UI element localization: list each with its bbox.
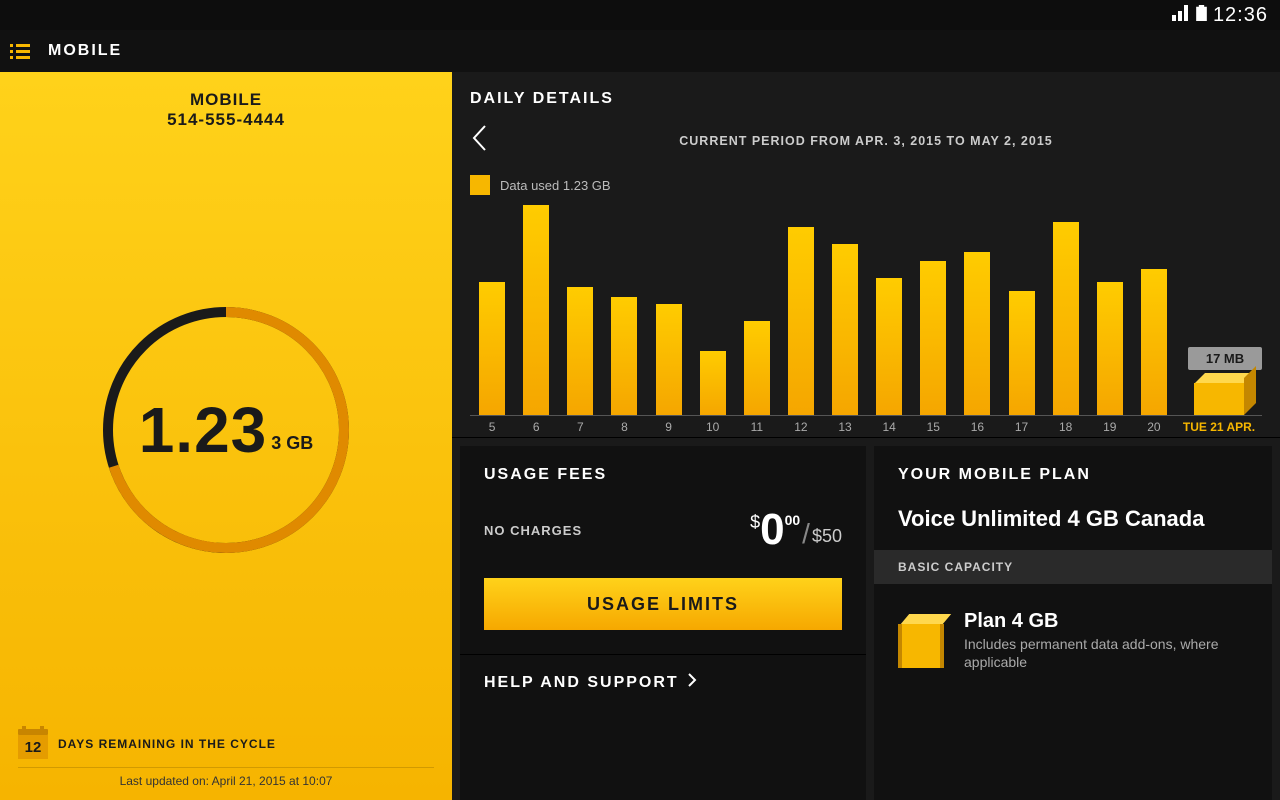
chart-bar[interactable] (735, 201, 779, 415)
plan-title: YOUR MOBILE PLAN (874, 446, 1272, 498)
chart-bar[interactable] (1088, 201, 1132, 415)
chart-legend: Data used 1.23 GB (452, 175, 1280, 201)
chart-bar[interactable] (867, 201, 911, 415)
battery-icon (1196, 4, 1207, 27)
usage-value: 1.23 (139, 393, 268, 467)
axis-label: 13 (823, 416, 867, 437)
usage-limits-button[interactable]: USAGE LIMITS (484, 578, 842, 630)
axis-label: 6 (514, 416, 558, 437)
signal-icon (1172, 4, 1190, 27)
usage-unit: 3 GB (271, 433, 313, 454)
axis-label: 19 (1088, 416, 1132, 437)
axis-label: 20 (1132, 416, 1176, 437)
axis-label: 8 (602, 416, 646, 437)
help-support-button[interactable]: HELP AND SUPPORT (460, 654, 866, 692)
period-range: CURRENT PERIOD FROM APR. 3, 2015 TO MAY … (490, 134, 1242, 148)
chart-tooltip: 17 MB (1188, 347, 1262, 370)
usage-fees-panel: USAGE FEES NO CHARGES $ 0 00 / $50 USAGE… (460, 446, 866, 800)
summary-panel: MOBILE 514-555-4444 1.23 3 GB 1 (0, 72, 452, 800)
chevron-right-icon (687, 673, 697, 692)
chart-bar[interactable] (1132, 201, 1176, 415)
plan-detail-title: Plan 4 GB (964, 610, 1224, 633)
daily-usage-chart: 17 MB 567891011121314151617181920TUE 21 … (470, 201, 1262, 437)
chart-bar[interactable] (1000, 201, 1044, 415)
fees-title: USAGE FEES (460, 446, 866, 498)
plan-name: Voice Unlimited 4 GB Canada (874, 498, 1272, 550)
details-title: DAILY DETAILS (452, 72, 1280, 118)
chart-bar[interactable] (779, 201, 823, 415)
days-remaining-value: 12 (18, 735, 48, 759)
plan-detail-sub: Includes permanent data add-ons, where a… (964, 635, 1224, 671)
axis-label: 5 (470, 416, 514, 437)
previous-period-button[interactable] (470, 124, 490, 157)
help-label: HELP AND SUPPORT (484, 674, 679, 692)
calendar-icon: 12 (18, 729, 48, 759)
axis-label: 18 (1044, 416, 1088, 437)
chart-bar[interactable] (1044, 201, 1088, 415)
account-kind: MOBILE (0, 90, 452, 110)
app-header: MOBILE (0, 30, 1280, 72)
no-charges-label: NO CHARGES (484, 523, 582, 538)
chart-bar[interactable] (514, 201, 558, 415)
last-updated: Last updated on: April 21, 2015 at 10:07 (18, 767, 434, 788)
chart-bar[interactable] (470, 201, 514, 415)
axis-label: 12 (779, 416, 823, 437)
chart-bar[interactable]: 17 MB (1176, 201, 1262, 415)
legend-text: Data used 1.23 GB (500, 178, 611, 193)
chart-bar[interactable] (911, 201, 955, 415)
axis-label: 7 (558, 416, 602, 437)
axis-label: TUE 21 APR. (1176, 416, 1262, 437)
chart-bar[interactable] (647, 201, 691, 415)
days-remaining-label: DAYS REMAINING IN THE CYCLE (58, 737, 276, 751)
status-time: 12:36 (1213, 4, 1268, 27)
axis-label: 10 (691, 416, 735, 437)
legend-swatch-icon (470, 175, 490, 195)
phone-number: 514-555-4444 (0, 110, 452, 130)
status-bar: 12:36 (0, 0, 1280, 30)
axis-label: 11 (735, 416, 779, 437)
mobile-plan-panel: YOUR MOBILE PLAN Voice Unlimited 4 GB Ca… (874, 446, 1272, 800)
chart-bar[interactable] (955, 201, 999, 415)
axis-label: 17 (1000, 416, 1044, 437)
usage-donut: 1.23 3 GB (86, 290, 366, 570)
header-title: MOBILE (48, 42, 122, 60)
chart-bar[interactable] (823, 201, 867, 415)
menu-icon[interactable] (10, 44, 30, 59)
fees-amount: $ 0 00 / $50 (750, 508, 842, 552)
axis-label: 14 (867, 416, 911, 437)
axis-label: 9 (647, 416, 691, 437)
axis-label: 15 (911, 416, 955, 437)
capacity-label: BASIC CAPACITY (874, 550, 1272, 584)
chart-bar[interactable] (602, 201, 646, 415)
data-cube-icon (898, 614, 944, 668)
chart-bar[interactable] (691, 201, 735, 415)
chart-bar[interactable] (558, 201, 602, 415)
axis-label: 16 (955, 416, 999, 437)
